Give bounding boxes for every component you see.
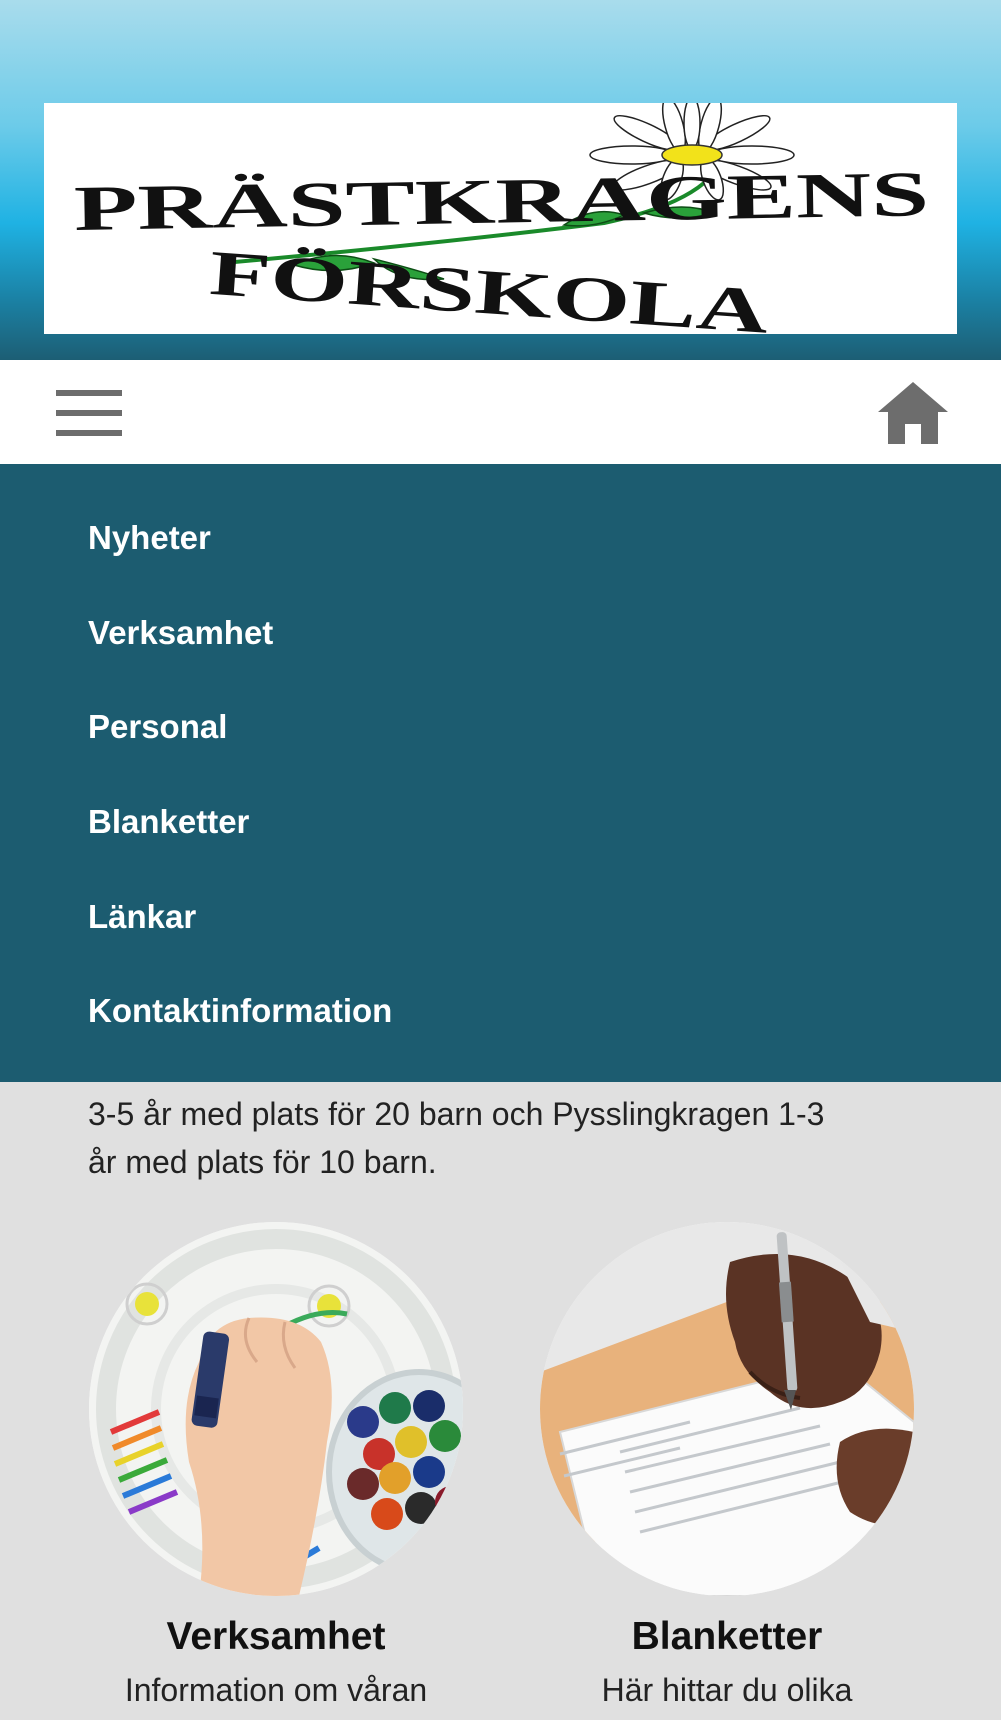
card-verksamhet[interactable]: Verksamhet Information om våran	[86, 1222, 466, 1712]
toolbar	[0, 360, 1001, 464]
nav-item-kontaktinformation[interactable]: Kontaktinformation	[88, 986, 392, 1036]
home-icon[interactable]	[876, 380, 950, 446]
nav-item-lankar[interactable]: Länkar	[88, 892, 196, 942]
nav-item-blanketter[interactable]: Blanketter	[88, 797, 249, 847]
main-nav-menu: Nyheter Verksamhet Personal Blanketter L…	[0, 464, 1001, 1082]
intro-text: 3-5 år med plats för 20 barn och Pysslin…	[88, 1090, 928, 1186]
hamburger-menu-icon[interactable]	[56, 390, 122, 436]
site-logo[interactable]: PRÄSTKRAGENS FÖRSKOLA	[44, 103, 957, 334]
card-title-blanketter[interactable]: Blanketter	[537, 1612, 917, 1662]
verksamhet-image	[89, 1222, 463, 1596]
site-header: PRÄSTKRAGENS FÖRSKOLA	[0, 0, 1001, 360]
card-title-verksamhet[interactable]: Verksamhet	[86, 1612, 466, 1662]
logo-line1: PRÄSTKRAGENS	[73, 158, 929, 244]
intro-line-2: år med plats för 10 barn.	[88, 1144, 437, 1180]
logo-line2: FÖRSKOLA	[207, 237, 771, 334]
card-blanketter[interactable]: Blanketter Här hittar du olika	[537, 1222, 917, 1712]
nav-item-personal[interactable]: Personal	[88, 702, 227, 752]
logo-graphic: PRÄSTKRAGENS FÖRSKOLA	[73, 103, 930, 334]
intro-line-1: 3-5 år med plats för 20 barn och Pysslin…	[88, 1096, 825, 1132]
blanketter-image	[540, 1222, 914, 1596]
nav-item-nyheter[interactable]: Nyheter	[88, 513, 211, 563]
nav-item-verksamhet[interactable]: Verksamhet	[88, 608, 273, 658]
card-desc-blanketter: Här hittar du olika	[601, 1672, 853, 1708]
card-desc-verksamhet: Information om våran	[124, 1672, 428, 1708]
